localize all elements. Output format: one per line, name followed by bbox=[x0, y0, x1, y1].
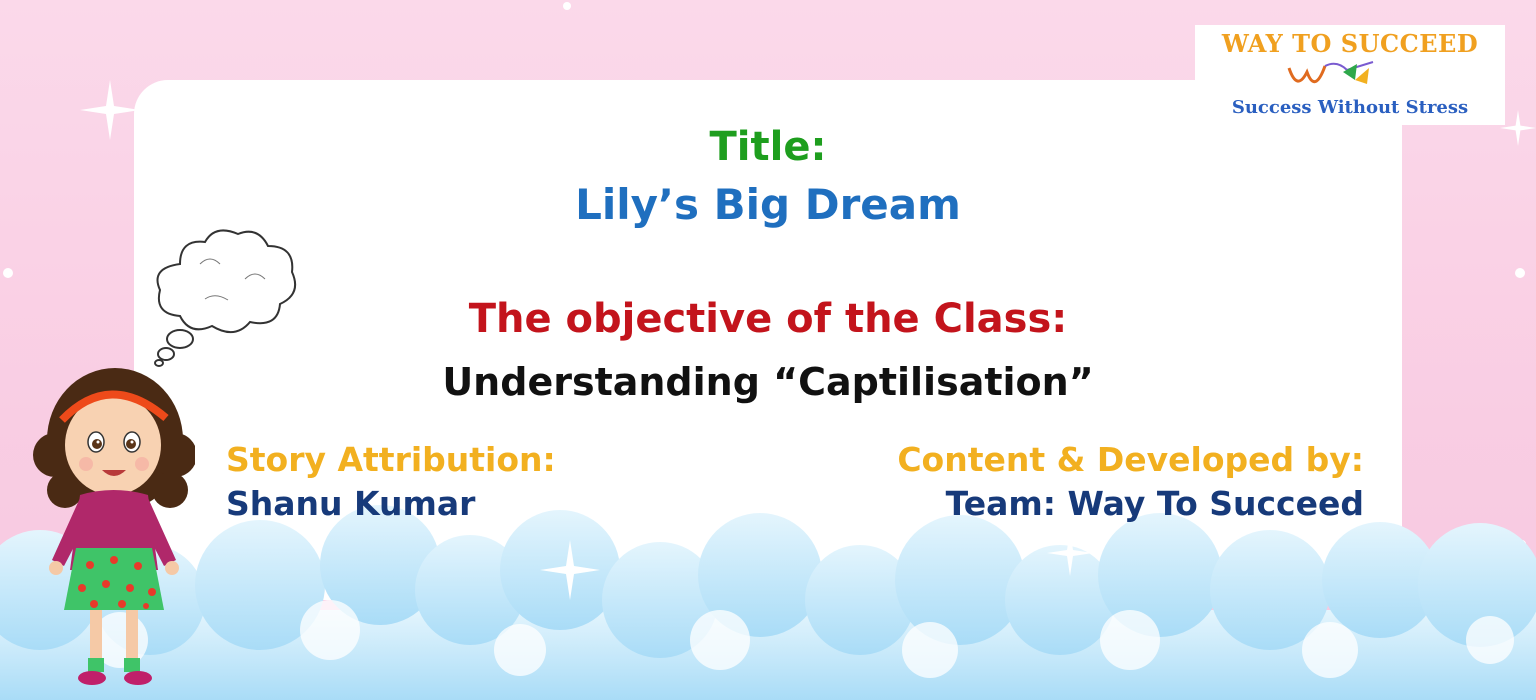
logo-tagline: Success Without Stress bbox=[1231, 97, 1469, 118]
logo-swoosh-icon bbox=[1287, 61, 1374, 84]
objective-value: Understanding “Captilisation” bbox=[442, 360, 1094, 404]
objective-label: The objective of the Class: bbox=[468, 296, 1068, 342]
logo-name: WAY TO SUCCEED bbox=[1221, 29, 1479, 58]
attribution-label: Story Attribution: bbox=[226, 440, 556, 479]
credits-value: Team: Way To Succeed bbox=[945, 484, 1364, 523]
title-label: Title: bbox=[709, 124, 827, 170]
story-title: Lily’s Big Dream bbox=[575, 180, 961, 229]
attribution-value: Shanu Kumar bbox=[226, 484, 476, 523]
credits-label: Content & Developed by: bbox=[897, 440, 1364, 479]
girl-illustration bbox=[33, 368, 195, 685]
thought-bubble-icon bbox=[154, 229, 296, 367]
